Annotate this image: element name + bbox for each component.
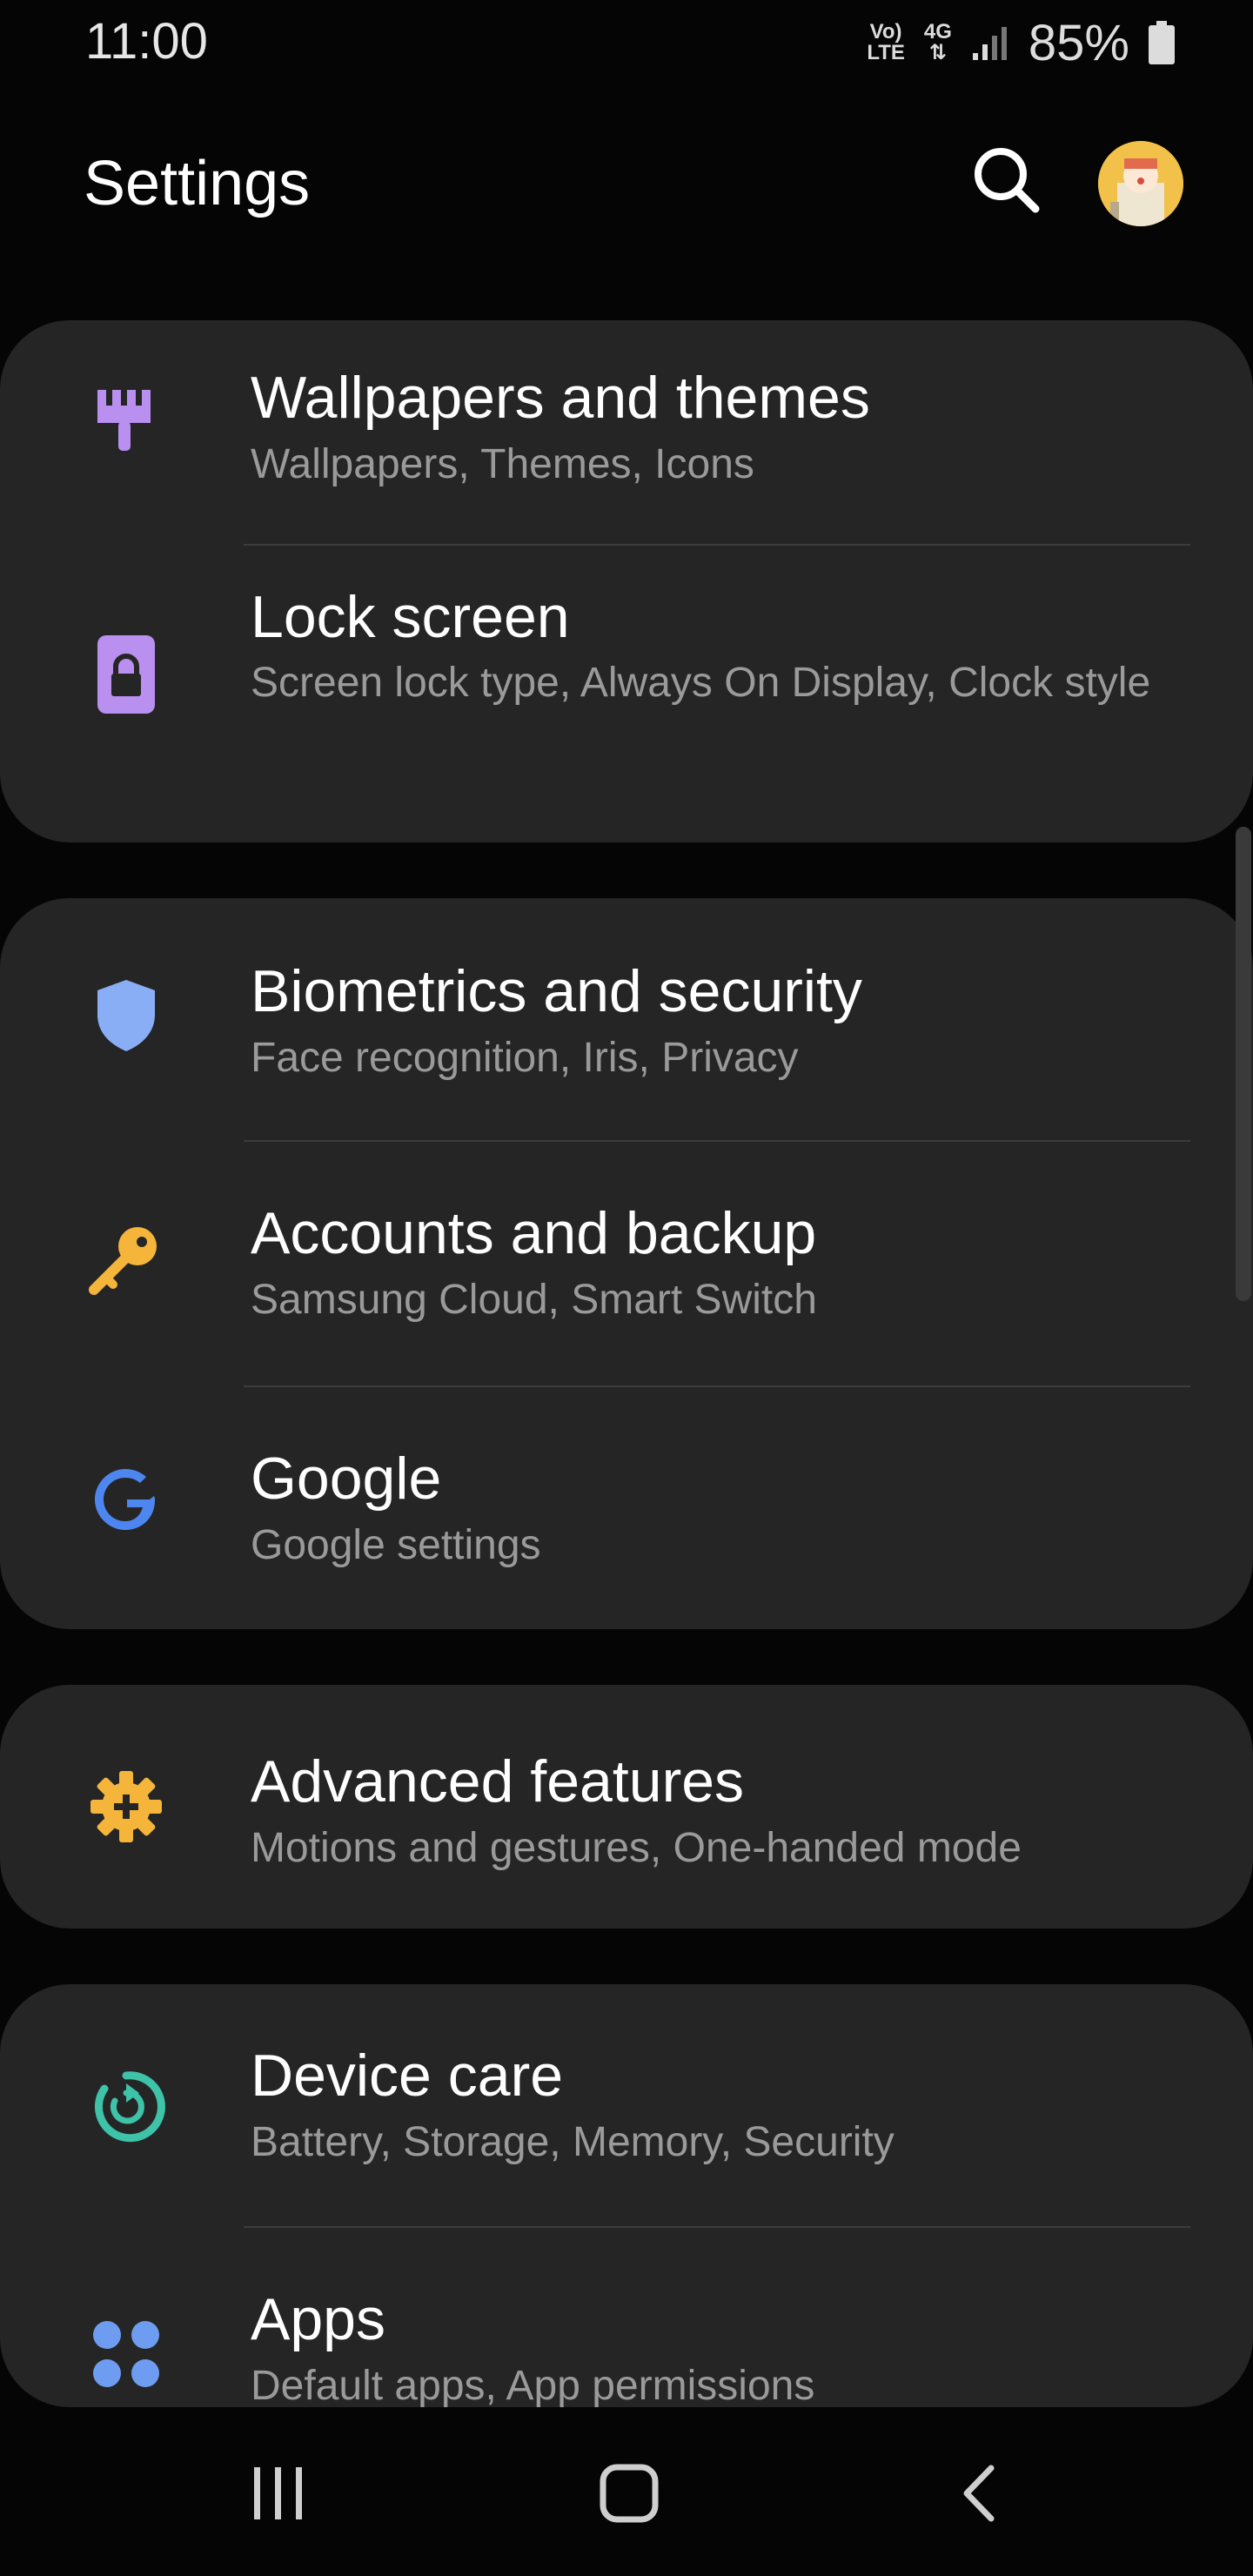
settings-group-device: Device care Battery, Storage, Memory, Se… — [0, 1984, 1253, 2407]
home-button[interactable] — [559, 2411, 699, 2576]
item-title: Advanced features — [251, 1748, 745, 1815]
settings-item-lock-screen[interactable]: Lock screen Screen lock type, Always On … — [0, 546, 1253, 842]
signal-icon — [972, 27, 1007, 60]
navigation-bar — [0, 2411, 1253, 2576]
battery-icon — [1149, 21, 1175, 64]
paintbrush-icon — [87, 383, 165, 461]
settings-item-google[interactable]: Google Google settings — [0, 1387, 1253, 1629]
status-icons: Vo) LTE 4G ⇅ 85% — [867, 12, 1175, 73]
item-subtitle: Face recognition, Iris, Privacy — [251, 1035, 799, 1081]
settings-group-advanced: Advanced features Motions and gestures, … — [0, 1685, 1253, 1929]
item-subtitle: Wallpapers, Themes, Icons — [251, 441, 754, 487]
status-bar: 11:00 Vo) LTE 4G ⇅ 85% — [0, 0, 1253, 87]
settings-group-security: Biometrics and security Face recognition… — [0, 898, 1253, 1629]
item-title: Lock screen — [251, 584, 570, 650]
settings-item-device-care[interactable]: Device care Battery, Storage, Memory, Se… — [0, 1984, 1253, 2226]
settings-item-accounts-backup[interactable]: Accounts and backup Samsung Cloud, Smart… — [0, 1142, 1253, 1385]
search-button[interactable] — [966, 139, 1049, 222]
item-subtitle: Screen lock type, Always On Display, Clo… — [251, 660, 1151, 706]
gear-plus-icon — [87, 1768, 165, 1846]
recents-icon — [254, 2467, 302, 2519]
settings-item-wallpapers-themes[interactable]: Wallpapers and themes Wallpapers, Themes… — [0, 320, 1253, 542]
avatar-image — [1098, 141, 1183, 226]
item-title: Accounts and backup — [251, 1200, 817, 1266]
home-icon — [600, 2464, 659, 2523]
item-subtitle: Google settings — [251, 1522, 541, 1568]
shield-icon — [87, 976, 165, 1055]
search-icon — [975, 148, 1040, 213]
status-time: 11:00 — [85, 13, 208, 70]
network-indicator: 4G ⇅ — [923, 20, 952, 64]
profile-avatar[interactable] — [1098, 141, 1183, 226]
item-title: Wallpapers and themes — [251, 365, 870, 431]
settings-item-apps[interactable]: Apps Default apps, App permissions — [0, 2228, 1253, 2407]
item-subtitle: Battery, Storage, Memory, Security — [251, 2119, 895, 2165]
device-care-icon — [87, 2068, 165, 2146]
back-icon — [963, 2465, 995, 2522]
scrollbar-thumb[interactable] — [1236, 827, 1251, 1301]
volte-indicator: Vo) LTE — [867, 20, 905, 64]
google-icon — [87, 1460, 165, 1539]
item-subtitle: Motions and gestures, One-handed mode — [251, 1825, 1022, 1871]
battery-percent: 85% — [1028, 14, 1129, 71]
settings-item-advanced-features[interactable]: Advanced features Motions and gestures, … — [0, 1685, 1253, 1929]
apps-icon — [87, 2315, 165, 2393]
lock-icon — [87, 635, 165, 714]
item-title: Google — [251, 1446, 442, 1512]
page-title: Settings — [84, 149, 311, 218]
item-title: Apps — [251, 2286, 385, 2352]
app-header: Settings — [0, 131, 1253, 235]
back-button[interactable] — [909, 2411, 1049, 2576]
settings-item-biometrics-security[interactable]: Biometrics and security Face recognition… — [0, 898, 1253, 1140]
recents-button[interactable] — [209, 2411, 348, 2576]
item-subtitle: Samsung Cloud, Smart Switch — [251, 1277, 817, 1323]
settings-group-display: Wallpapers and themes Wallpapers, Themes… — [0, 320, 1253, 842]
item-title: Device care — [251, 2043, 564, 2109]
item-title: Biometrics and security — [251, 958, 862, 1024]
key-icon — [87, 1218, 165, 1297]
item-subtitle: Default apps, App permissions — [251, 2363, 815, 2407]
